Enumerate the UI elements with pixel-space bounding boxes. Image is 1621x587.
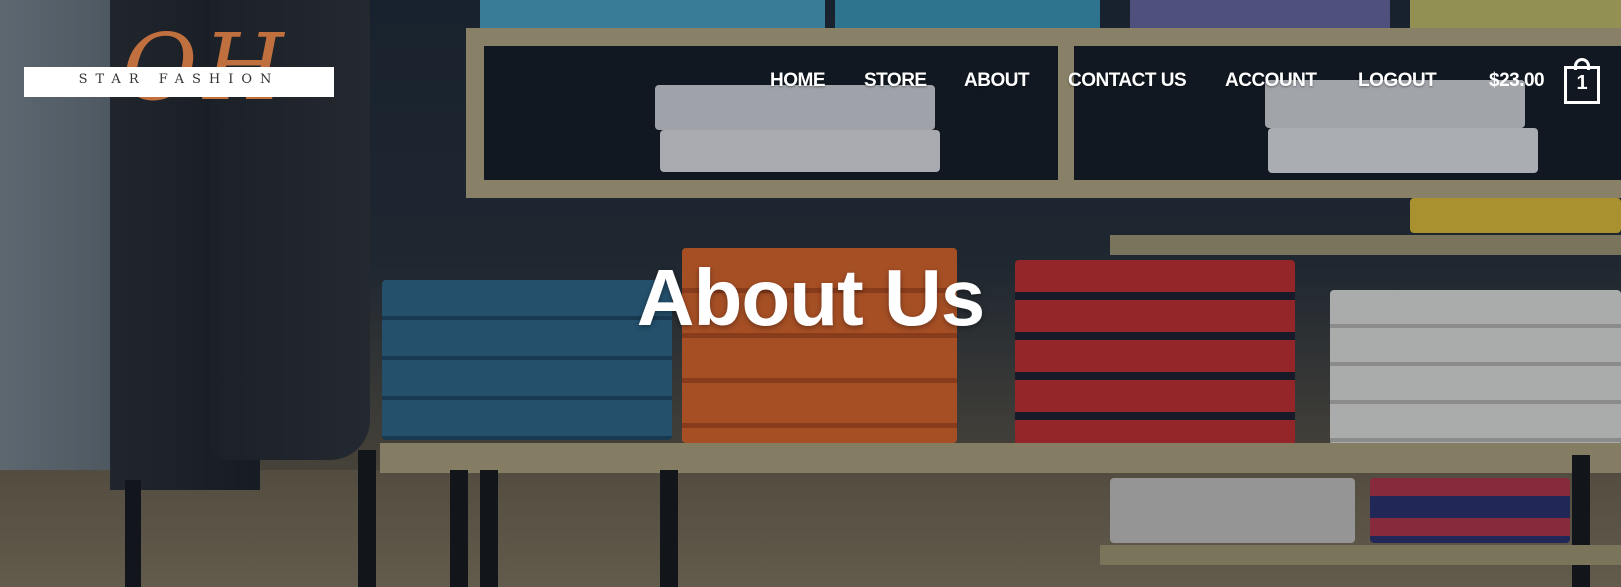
shopping-bag-icon[interactable]: 1 <box>1564 58 1600 104</box>
cart-count-badge: 1 <box>1576 72 1588 94</box>
nav-home[interactable]: HOME <box>770 70 826 92</box>
nav-about[interactable]: ABOUT <box>964 70 1030 92</box>
nav-contact-us[interactable]: CONTACT US <box>1068 70 1187 92</box>
nav-account[interactable]: ACCOUNT <box>1225 70 1317 92</box>
nav-logout[interactable]: LOGOUT <box>1358 70 1437 92</box>
main-nav: HOME STORE ABOUT CONTACT US ACCOUNT LOGO… <box>0 70 1621 100</box>
cart-total[interactable]: $23.00 <box>1489 70 1545 92</box>
page-title: About Us <box>636 253 986 342</box>
nav-store[interactable]: STORE <box>864 70 927 92</box>
